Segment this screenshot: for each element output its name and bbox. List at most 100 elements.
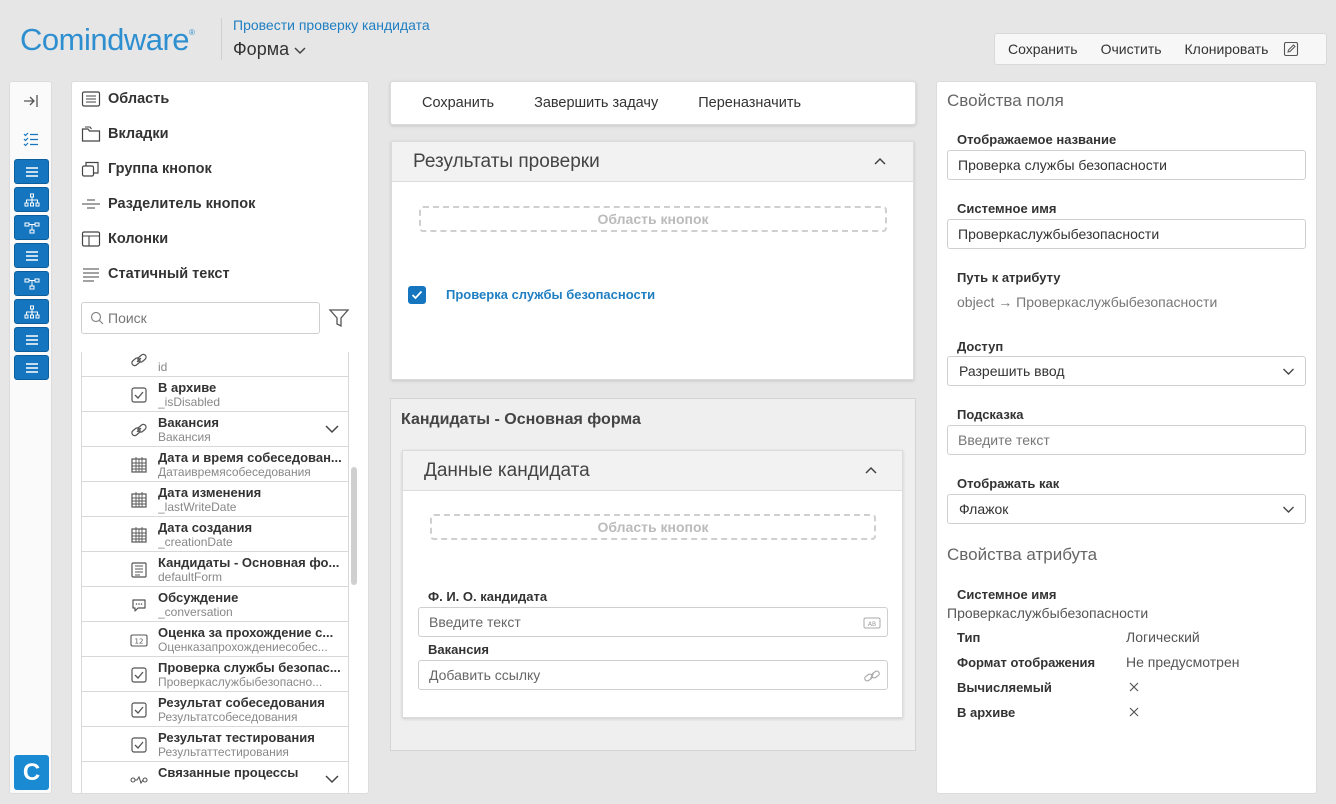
chevron-up-icon[interactable]	[873, 156, 887, 166]
rail-hierarchy-button[interactable]	[14, 187, 49, 212]
chevron-down-icon[interactable]	[324, 423, 340, 435]
cross-icon	[1129, 707, 1139, 717]
candidate-data-card[interactable]: Данные кандидата Область кнопок Ф. И. О.…	[402, 450, 903, 718]
top-toolbar: Сохранить Очистить Клонировать	[994, 33, 1327, 65]
rail-list-button-2[interactable]	[14, 243, 49, 268]
attribute-row[interactable]: Дата изменения _lastWriteDate	[82, 482, 348, 517]
process-breadcrumb-link[interactable]: Провести проверку кандидата	[233, 17, 430, 33]
attribute-system-name: _creationDate	[158, 535, 233, 549]
candidate-card-header[interactable]: Данные кандидата	[403, 451, 902, 491]
chevron-down-icon[interactable]	[324, 773, 340, 785]
attribute-row[interactable]: 12 Оценка за прохождение с... Оценказапрох…	[82, 622, 348, 657]
attribute-row[interactable]: id	[82, 352, 348, 377]
component-label: Группа кнопок	[108, 161, 212, 177]
rail-flow-button[interactable]	[14, 215, 49, 240]
component-button-group[interactable]: Группа кнопок	[81, 159, 212, 179]
component-columns[interactable]: Колонки	[81, 229, 168, 249]
svg-text:12: 12	[135, 638, 144, 646]
attribute-row[interactable]: Дата и время собеседован... Датаивремясоб…	[82, 447, 348, 482]
security-check-checkbox[interactable]	[408, 286, 426, 304]
checklist-icon[interactable]	[21, 129, 41, 149]
checkbox-icon	[131, 702, 147, 718]
attribute-row[interactable]: В архиве _isDisabled	[82, 377, 348, 412]
attribute-search-field[interactable]	[81, 302, 320, 334]
results-card[interactable]: Результаты проверки Область кнопок Прове…	[391, 141, 914, 380]
display-name-field[interactable]	[947, 150, 1306, 180]
expand-panel-icon[interactable]	[21, 91, 41, 111]
cross-icon	[1129, 682, 1139, 692]
form-selector[interactable]: Форма	[233, 39, 307, 60]
calendar-icon	[131, 527, 147, 543]
complete-task-button[interactable]: Завершить задачу	[534, 95, 658, 111]
attribute-name: Обсуждение	[158, 590, 239, 605]
columns-icon	[81, 231, 101, 247]
rail-list-button-4[interactable]	[14, 355, 49, 380]
vacancy-input[interactable]	[429, 667, 829, 683]
access-label: Доступ	[957, 339, 1004, 354]
component-tabs[interactable]: Вкладки	[81, 124, 169, 144]
clear-button[interactable]: Очистить	[1101, 41, 1162, 57]
link-icon	[131, 423, 147, 437]
component-label: Статичный текст	[108, 266, 230, 282]
svg-text:AB: AB	[868, 621, 876, 628]
button-area-placeholder[interactable]: Область кнопок	[430, 514, 876, 540]
display-name-input[interactable]	[958, 157, 1288, 173]
flow-icon	[24, 278, 39, 289]
rail-list-button-3[interactable]	[14, 327, 49, 352]
save-task-button[interactable]: Сохранить	[422, 95, 494, 111]
component-button-separator[interactable]: Разделитель кнопок	[81, 194, 255, 214]
type-label: Тип	[957, 630, 981, 645]
button-area-placeholder[interactable]: Область кнопок	[419, 206, 887, 232]
attribute-name: Проверка службы безопас...	[158, 660, 341, 675]
results-card-header[interactable]: Результаты проверки	[392, 142, 913, 182]
system-name-input[interactable]	[958, 226, 1288, 242]
attribute-row[interactable]: Результат собеседования Результатсобеседо…	[82, 692, 348, 727]
comindware-app-icon[interactable]: C	[14, 755, 49, 790]
attribute-row[interactable]: Вакансия Вакансия	[82, 412, 348, 447]
hint-field[interactable]	[947, 425, 1306, 455]
clone-button[interactable]: Клонировать	[1185, 41, 1269, 57]
scrollbar-thumb[interactable]	[351, 467, 357, 585]
list-icon	[25, 250, 38, 261]
component-static-text[interactable]: Статичный текст	[81, 264, 230, 284]
hint-input[interactable]	[958, 432, 1288, 448]
rail-list-button[interactable]	[14, 159, 49, 184]
attribute-row[interactable]: Проверка службы безопас... Проверкаслужбы…	[82, 657, 348, 692]
reassign-button[interactable]: Переназначить	[698, 95, 801, 111]
left-rail: C	[9, 81, 52, 794]
display-as-select[interactable]: Флажок	[947, 494, 1306, 524]
edit-icon[interactable]	[1283, 41, 1299, 57]
checkmark-icon	[411, 290, 423, 300]
access-selected-value: Разрешить ввод	[959, 363, 1065, 379]
vacancy-field[interactable]	[418, 660, 888, 690]
attribute-row[interactable]: Кандидаты - Основная фо... defaultForm	[82, 552, 348, 587]
system-name-field[interactable]	[947, 219, 1306, 249]
process-icon	[130, 775, 148, 785]
calculated-label: Вычисляемый	[957, 680, 1052, 695]
chevron-down-icon	[1283, 368, 1294, 375]
save-button[interactable]: Сохранить	[1008, 41, 1078, 57]
chevron-up-icon[interactable]	[864, 465, 878, 475]
attribute-row[interactable]: Дата создания _creationDate	[82, 517, 348, 552]
fio-input[interactable]	[429, 614, 829, 630]
component-region[interactable]: Область	[81, 89, 169, 109]
security-check-label[interactable]: Проверка службы безопасности	[446, 287, 655, 302]
attribute-row[interactable]: Результат тестирования Результаттестирова…	[82, 727, 348, 762]
attribute-name: Результат тестирования	[158, 730, 315, 745]
filter-icon[interactable]	[328, 307, 350, 329]
attribute-row[interactable]: Связанные процессы	[82, 762, 348, 793]
flow-icon	[24, 222, 39, 233]
search-input[interactable]	[108, 310, 308, 326]
access-select[interactable]: Разрешить ввод	[947, 356, 1306, 386]
format-value: Не предусмотрен	[1126, 654, 1240, 670]
rail-hierarchy-button-2[interactable]	[14, 299, 49, 324]
attribute-system-name: _lastWriteDate	[158, 500, 237, 514]
fio-field[interactable]: AB	[418, 607, 888, 637]
rail-flow-button-2[interactable]	[14, 271, 49, 296]
attribute-system-name: Результатсобеседования	[158, 710, 298, 724]
button-group-icon	[81, 161, 99, 177]
attribute-row[interactable]: Обсуждение _conversation	[82, 587, 348, 622]
components-panel: Область Вкладки Группа кнопок Разделител…	[71, 81, 369, 794]
hierarchy-icon	[24, 193, 39, 206]
tabs-icon	[81, 126, 101, 142]
